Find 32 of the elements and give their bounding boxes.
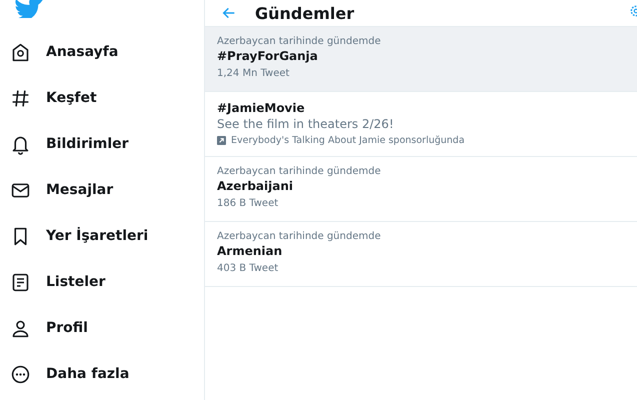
promoted-icon <box>217 136 226 145</box>
tweet-count: 1,24 Mn Tweet <box>217 68 290 79</box>
trend-item[interactable]: Azerbaycan tarihinde gündemde Armenian 403 B Tweet <box>205 222 637 287</box>
sidebar-item[interactable]: Yer İşaretleri <box>10 224 204 248</box>
sidebar-item[interactable]: Anasayfa <box>10 40 204 64</box>
promoted-trend[interactable]: #JamieMovie See the film in theaters 2/26! Everybody's Talking About Jamie sponsorluğunda <box>205 92 637 157</box>
hashtag-icon <box>10 88 31 108</box>
trend-name: #JamieMovie <box>217 101 306 115</box>
tweet-count: 403 B Tweet <box>217 263 280 274</box>
sidebar-item[interactable]: Bildirimler <box>10 132 204 156</box>
sponsor-label: Everybody's Talking About Jamie sponsorluğunda <box>231 135 465 146</box>
trend-name: #PrayForGanja <box>217 49 319 63</box>
sidebar-item[interactable]: Daha fazla <box>10 362 204 386</box>
list-icon <box>10 272 31 292</box>
back-icon[interactable] <box>221 5 237 21</box>
page-title: Gündemler <box>255 4 354 22</box>
more-icon <box>10 364 31 384</box>
sidebar-item[interactable]: Profil <box>10 316 204 340</box>
tweet-count: 186 B Tweet <box>217 198 280 209</box>
trend-item[interactable]: Azerbaycan tarihinde gündemde Azerbaijani 186 B Tweet <box>205 157 637 222</box>
trend-context: Azerbaycan tarihinde gündemde <box>217 231 382 242</box>
trend-description: See the film in theaters 2/26! <box>217 117 395 131</box>
bell-icon <box>10 134 31 154</box>
trend-context: Azerbaycan tarihinde gündemde <box>217 36 382 47</box>
trend-item[interactable]: Azerbaycan tarihinde gündemde #PrayForGanja 1,24 Mn Tweet <box>205 27 637 92</box>
sidebar-item[interactable]: Listeler <box>10 270 204 294</box>
home-icon <box>10 42 31 62</box>
trend-name: Azerbaijani <box>217 179 294 193</box>
trend-name: Armenian <box>217 244 284 258</box>
sidebar-item[interactable]: Mesajlar <box>10 178 204 202</box>
trend-context: Azerbaycan tarihinde gündemde <box>217 166 382 177</box>
sidebar-item[interactable]: Keşfet <box>10 86 204 110</box>
